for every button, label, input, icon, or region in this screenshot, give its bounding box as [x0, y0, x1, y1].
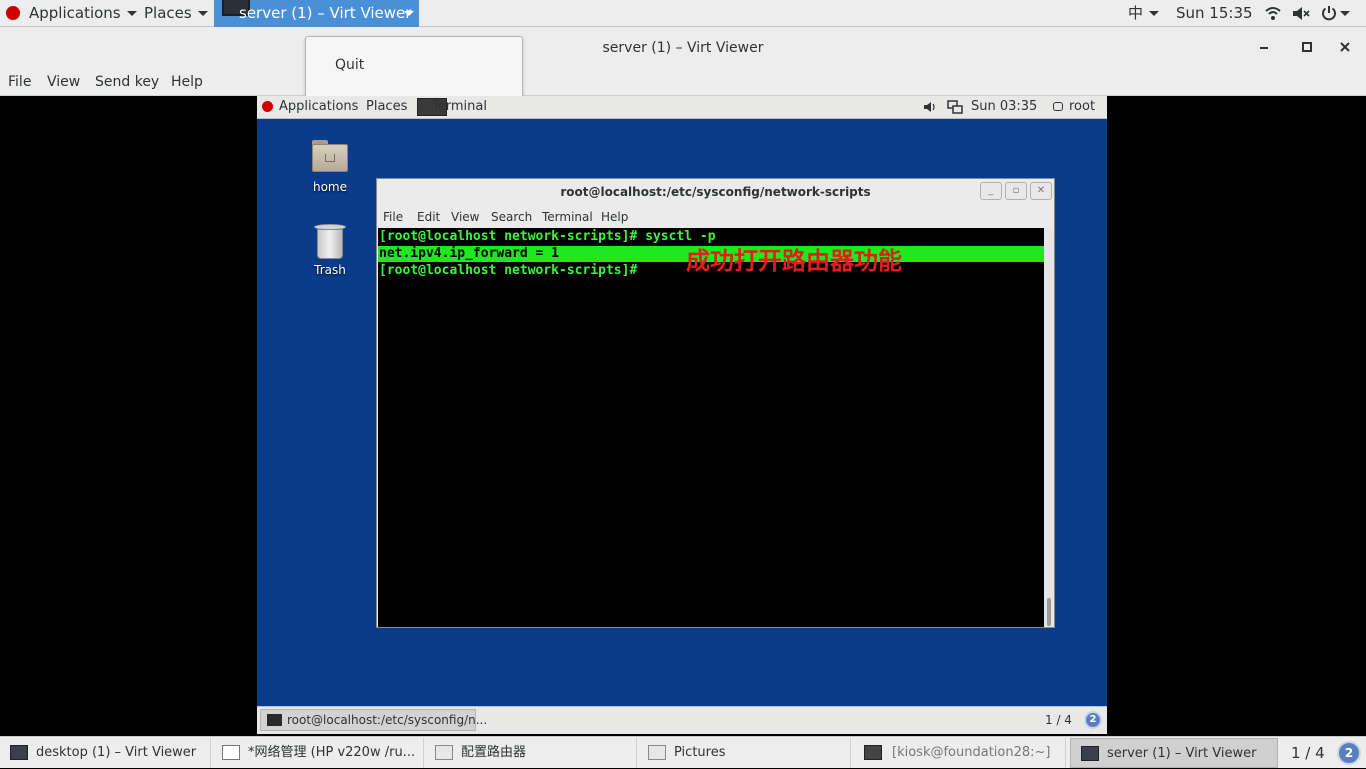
network-wired-icon[interactable]	[947, 100, 963, 114]
user-icon	[1053, 102, 1063, 111]
terminal-line-highlighted: net.ipv4.ip_forward = 1	[379, 246, 560, 261]
terminal-scrollbar[interactable]	[1044, 228, 1054, 627]
guest-clock[interactable]: Sun 03:35	[971, 96, 1037, 118]
places-menu[interactable]: Places	[144, 0, 208, 27]
terminal-menubar: File Edit View Search Terminal Help	[377, 206, 1054, 228]
taskbar-item-network-admin[interactable]: *网络管理 (HP v220w /ru...	[212, 738, 424, 768]
guest-places-menu[interactable]: Places	[366, 96, 407, 118]
taskbar-item-label: 配置路由器	[461, 745, 527, 760]
terminal-line: [root@localhost network-scripts]# sysctl…	[379, 229, 716, 244]
chevron-down-icon	[1149, 11, 1160, 16]
volume-muted-icon[interactable]	[1292, 6, 1310, 21]
applications-menu-label: Applications	[29, 4, 121, 22]
guest-display[interactable]: Applications Places Terminal Sun 03:35 r…	[257, 96, 1107, 734]
quit-menu-item[interactable]: Quit	[335, 57, 364, 73]
applications-menu[interactable]: Applications	[6, 0, 137, 27]
guest-active-task[interactable]: Terminal	[417, 96, 487, 118]
menu-help[interactable]: Help	[171, 69, 203, 95]
chevron-down-icon	[197, 11, 208, 16]
annotation-text: 成功打开路由器功能	[686, 247, 902, 275]
notification-badge[interactable]: 2	[1084, 711, 1102, 729]
guest-taskbar: root@localhost:/etc/sysconfig/n... 1 / 4…	[257, 706, 1107, 734]
taskbar-item-configure-router[interactable]: 配置路由器	[425, 738, 637, 768]
workspace-indicator[interactable]: 1 / 4	[1291, 737, 1325, 769]
terminal-menu-view[interactable]: View	[451, 210, 479, 224]
monitor-icon	[1081, 746, 1099, 761]
trash-icon-label[interactable]: Trash	[295, 263, 365, 277]
menu-send-key[interactable]: Send key	[95, 69, 159, 95]
taskbar-item-kiosk-terminal[interactable]: [kiosk@foundation28:~]	[852, 738, 1066, 768]
notification-badge[interactable]: 2	[1337, 741, 1361, 765]
window-menu-popup: Quit	[305, 36, 523, 99]
menu-file[interactable]: File	[8, 69, 31, 95]
terminal-menu-terminal[interactable]: Terminal	[542, 210, 593, 224]
taskbar-item-desktop-virt-viewer[interactable]: desktop (1) – Virt Viewer	[0, 738, 211, 768]
guest-task-label: root@localhost:/etc/sysconfig/n...	[287, 713, 488, 727]
active-window-label: server (1) – Virt Viewer	[239, 4, 412, 22]
terminal-close-button[interactable]: ✕	[1030, 182, 1052, 200]
virt-viewer-titlebar: server (1) – Virt Viewer	[0, 27, 1366, 69]
text-editor-icon	[222, 745, 240, 760]
terminal-minimize-button[interactable]: _	[980, 182, 1002, 200]
window-title: server (1) – Virt Viewer	[602, 40, 764, 56]
host-top-panel: Applications Places server (1) – Virt Vi…	[0, 0, 1366, 27]
file-manager-icon	[435, 745, 453, 760]
chevron-down-icon	[126, 11, 137, 16]
redhat-logo-icon	[6, 5, 20, 20]
input-method-menu[interactable]: 中	[1128, 0, 1160, 27]
active-window-menu[interactable]: server (1) – Virt Viewer	[214, 0, 419, 27]
power-icon[interactable]	[1321, 5, 1337, 21]
maximize-button[interactable]	[1302, 42, 1312, 52]
guest-top-panel: Applications Places Terminal Sun 03:35 r…	[257, 96, 1107, 119]
guest-user-menu[interactable]: root	[1069, 96, 1095, 118]
input-method-label: 中	[1128, 4, 1144, 22]
wifi-icon[interactable]	[1265, 6, 1281, 21]
terminal-line-prompt: [root@localhost network-scripts]#	[379, 263, 646, 278]
taskbar-item-label: Pictures	[674, 745, 726, 760]
redhat-logo-icon	[262, 101, 273, 112]
taskbar-item-label: server (1) – Virt Viewer	[1107, 746, 1257, 761]
terminal-menu-search[interactable]: Search	[491, 210, 532, 224]
trash-icon[interactable]	[314, 222, 346, 260]
taskbar-item-label: *网络管理 (HP v220w /ru...	[248, 745, 416, 760]
terminal-menu-help[interactable]: Help	[601, 210, 628, 224]
terminal-menu-file[interactable]: File	[383, 210, 403, 224]
terminal-title: root@localhost:/etc/sysconfig/network-sc…	[560, 185, 871, 199]
home-folder-icon[interactable]	[312, 138, 348, 174]
terminal-window[interactable]: root@localhost:/etc/sysconfig/network-sc…	[376, 178, 1055, 628]
taskbar-item-pictures[interactable]: Pictures	[638, 738, 851, 768]
terminal-menu-edit[interactable]: Edit	[417, 210, 440, 224]
guest-active-task-label: Terminal	[432, 99, 487, 114]
guest-applications-menu[interactable]: Applications	[279, 96, 358, 118]
chevron-down-icon[interactable]	[1340, 11, 1350, 16]
close-button[interactable]	[1340, 42, 1350, 52]
guest-task-terminal[interactable]: root@localhost:/etc/sysconfig/n...	[260, 709, 487, 731]
guest-workspace-indicator[interactable]: 1 / 4	[1045, 707, 1072, 733]
virt-viewer-menubar: File View Send key Help	[0, 69, 1366, 96]
file-manager-icon	[648, 745, 666, 760]
clock[interactable]: Sun 15:35	[1176, 0, 1253, 27]
taskbar-item-server-virt-viewer[interactable]: server (1) – Virt Viewer	[1070, 738, 1278, 768]
menu-view[interactable]: View	[47, 69, 80, 95]
places-menu-label: Places	[144, 4, 192, 22]
chevron-down-icon	[404, 11, 414, 16]
home-icon-label[interactable]: home	[295, 180, 365, 194]
terminal-maximize-button[interactable]: ▫	[1005, 182, 1027, 200]
terminal-icon	[864, 745, 882, 760]
terminal-icon	[267, 714, 282, 726]
volume-icon[interactable]	[923, 101, 937, 113]
taskbar-item-label: [kiosk@foundation28:~]	[892, 745, 1051, 760]
host-taskbar: desktop (1) – Virt Viewer *网络管理 (HP v220…	[0, 736, 1366, 768]
monitor-icon	[10, 745, 28, 760]
taskbar-item-label: desktop (1) – Virt Viewer	[36, 745, 197, 760]
minimize-button[interactable]	[1260, 47, 1268, 49]
terminal-screen[interactable]: [root@localhost network-scripts]# sysctl…	[378, 228, 1044, 627]
